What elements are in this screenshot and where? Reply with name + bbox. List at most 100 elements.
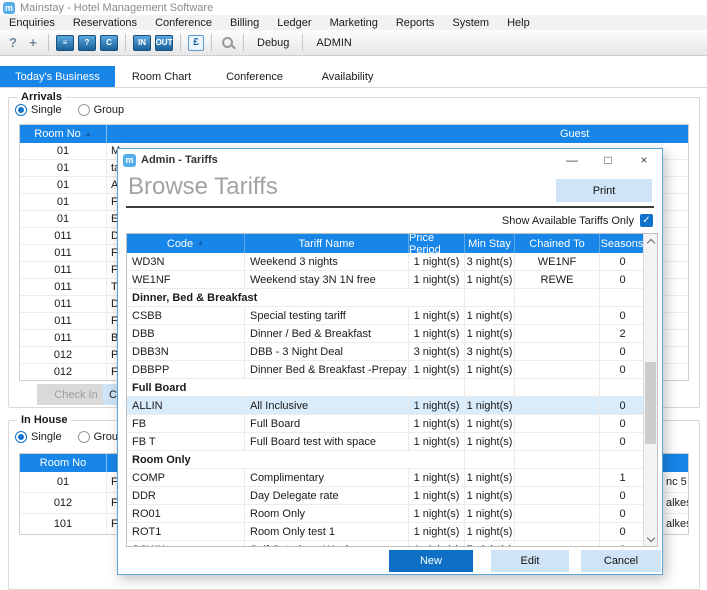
column-header-label: Tariff Name — [298, 238, 354, 250]
column-header-chained-to[interactable]: Chained To — [515, 234, 600, 253]
tariff-cell-name: Full Board test with space — [245, 433, 409, 450]
radio-single-label: Single — [31, 104, 62, 116]
tariff-cell-price: 1 night(s) — [409, 541, 465, 547]
toolbar-separator — [243, 34, 244, 51]
menu-billing[interactable]: Billing — [221, 15, 268, 30]
column-header-price-period[interactable]: Price Period — [409, 234, 465, 253]
room-status-icon[interactable]: ≡ — [56, 35, 74, 51]
tariff-row[interactable]: DBBPPDinner Bed & Breakfast -Prepay1 nig… — [127, 361, 645, 379]
tariff-cell-min: 1 night(s) — [465, 433, 515, 450]
menu-conference[interactable]: Conference — [146, 15, 221, 30]
edit-button[interactable]: Edit — [491, 550, 569, 572]
menu-ledger[interactable]: Ledger — [268, 15, 320, 30]
tariff-group-row[interactable]: Room Only — [127, 451, 645, 469]
help-key-icon[interactable]: ? — [5, 35, 21, 50]
debug-button[interactable]: Debug — [251, 37, 295, 49]
tariff-row[interactable]: DDRDay Delegate rate1 night(s)1 night(s)… — [127, 487, 645, 505]
tariff-cell-code: ALLIN — [127, 397, 245, 414]
new-button[interactable]: New — [389, 550, 473, 572]
tariff-row[interactable]: DBB3NDBB - 3 Night Deal3 night(s)3 night… — [127, 343, 645, 361]
check-out-icon[interactable]: OUT — [155, 35, 173, 51]
column-header-code[interactable]: Code▲ — [127, 234, 245, 253]
tariff-group-row[interactable]: Full Board — [127, 379, 645, 397]
menu-enquiries[interactable]: Enquiries — [0, 15, 64, 30]
inhouse-room-no-header[interactable]: Room No — [20, 454, 107, 472]
tariff-row[interactable]: SCWKSelf Catering - Week1 night(s)7 nigh… — [127, 541, 645, 547]
menu-reports[interactable]: Reports — [387, 15, 444, 30]
maximize-icon[interactable]: □ — [590, 149, 626, 171]
menu-system[interactable]: System — [443, 15, 498, 30]
conference-icon[interactable]: C — [100, 35, 118, 51]
filter-row: Show Available Tariffs Only ✓ — [502, 214, 653, 227]
tariff-cell-code: RO01 — [127, 505, 245, 522]
arrivals-radio-single[interactable]: Single — [15, 104, 62, 116]
browse-tariffs-heading: Browse Tariffs — [128, 173, 278, 201]
tariff-cell-min — [465, 451, 515, 468]
tariff-cell-name: Dinner / Bed & Breakfast — [245, 325, 409, 342]
tariff-cell-min: 3 night(s) — [465, 253, 515, 270]
tariff-cell-price: 1 night(s) — [409, 397, 465, 414]
tariff-row[interactable]: DBBDinner / Bed & Breakfast1 night(s)1 n… — [127, 325, 645, 343]
scrollbar-thumb[interactable] — [645, 362, 656, 444]
sort-asc-icon: ▲ — [197, 240, 204, 247]
tariff-cell-chained — [515, 379, 600, 396]
tariff-cell-seasons: 2 — [600, 325, 645, 342]
close-icon[interactable]: × — [626, 149, 662, 171]
search-icon[interactable] — [222, 37, 233, 48]
scroll-up-icon[interactable] — [647, 238, 654, 245]
inhouse-radio-single[interactable]: Single — [15, 431, 62, 443]
column-header-seasons[interactable]: Seasons — [600, 234, 645, 253]
tariff-row[interactable]: WD3NWeekend 3 nights1 night(s)3 night(s)… — [127, 253, 645, 271]
radio-group-label: Group — [94, 104, 125, 116]
tab-room-chart[interactable]: Room Chart — [115, 66, 208, 87]
column-header-tariff-name[interactable]: Tariff Name — [245, 234, 409, 253]
tariff-row[interactable]: ALLINAll Inclusive1 night(s)1 night(s)0 — [127, 397, 645, 415]
tab-today-s-business[interactable]: Today's Business — [0, 66, 115, 87]
dialog-title-bar[interactable]: m Admin - Tariffs — □ × — [118, 149, 662, 171]
tariff-cell-chained: REWE — [515, 271, 600, 288]
column-header-min-stay[interactable]: Min Stay — [465, 234, 515, 253]
tariff-row[interactable]: FB TFull Board test with space1 night(s)… — [127, 433, 645, 451]
menu-reservations[interactable]: Reservations — [64, 15, 146, 30]
tariffs-rows: WD3NWeekend 3 nights1 night(s)3 night(s)… — [127, 253, 657, 547]
tariff-row[interactable]: COMPComplimentary1 night(s)1 night(s)1 — [127, 469, 645, 487]
tariff-cell-code: WD3N — [127, 253, 245, 270]
tariff-cell-name: All Inclusive — [245, 397, 409, 414]
tariff-row[interactable]: RO01Room Only1 night(s)1 night(s)0 — [127, 505, 645, 523]
arrivals-room-no-header[interactable]: Room No ▲ — [20, 125, 107, 143]
admin-button[interactable]: ADMIN — [310, 37, 357, 49]
minimize-icon[interactable]: — — [554, 149, 590, 171]
arrivals-radio-group-option[interactable]: Group — [78, 104, 125, 116]
menu-help[interactable]: Help — [498, 15, 539, 30]
print-button[interactable]: Print — [556, 179, 652, 202]
tab-conference[interactable]: Conference — [208, 66, 301, 87]
room-chart-icon[interactable]: ? — [78, 35, 96, 51]
tariff-cell-seasons: 0 — [600, 487, 645, 504]
tariff-cell-code: FB — [127, 415, 245, 432]
dialog-logo-icon: m — [123, 154, 136, 167]
billing-icon[interactable]: £ — [188, 35, 204, 51]
add-icon[interactable]: + — [25, 35, 41, 50]
tariff-cell-seasons: 0 — [600, 307, 645, 324]
tariff-cell-price: 1 night(s) — [409, 271, 465, 288]
tariff-cell-chained — [515, 325, 600, 342]
room-no-cell: 011 — [20, 228, 107, 244]
cancel-button[interactable]: Cancel — [581, 550, 661, 572]
tariff-row[interactable]: WE1NFWeekend stay 3N 1N free1 night(s)1 … — [127, 271, 645, 289]
show-available-checkbox[interactable]: ✓ — [640, 214, 653, 227]
menu-marketing[interactable]: Marketing — [321, 15, 387, 30]
tariff-row[interactable]: CSBBSpecial testing tariff1 night(s)1 ni… — [127, 307, 645, 325]
check-in-icon[interactable]: IN — [133, 35, 151, 51]
tariff-cell-chained — [515, 469, 600, 486]
scroll-down-icon[interactable] — [647, 535, 654, 542]
tariff-row[interactable]: ROT1Room Only test 11 night(s)1 night(s)… — [127, 523, 645, 541]
room-no-header-label: Room No — [40, 457, 86, 469]
tariff-cell-price — [409, 289, 465, 306]
tariff-cell-min: 1 night(s) — [465, 487, 515, 504]
tariff-group-row[interactable]: Dinner, Bed & Breakfast — [127, 289, 645, 307]
tab-availability[interactable]: Availability — [301, 66, 394, 87]
tariff-row[interactable]: FBFull Board1 night(s)1 night(s)0 — [127, 415, 645, 433]
room-no-cell: 01 — [20, 160, 107, 176]
arrivals-guest-header[interactable]: Guest — [560, 125, 589, 143]
vertical-scrollbar[interactable] — [643, 234, 657, 546]
